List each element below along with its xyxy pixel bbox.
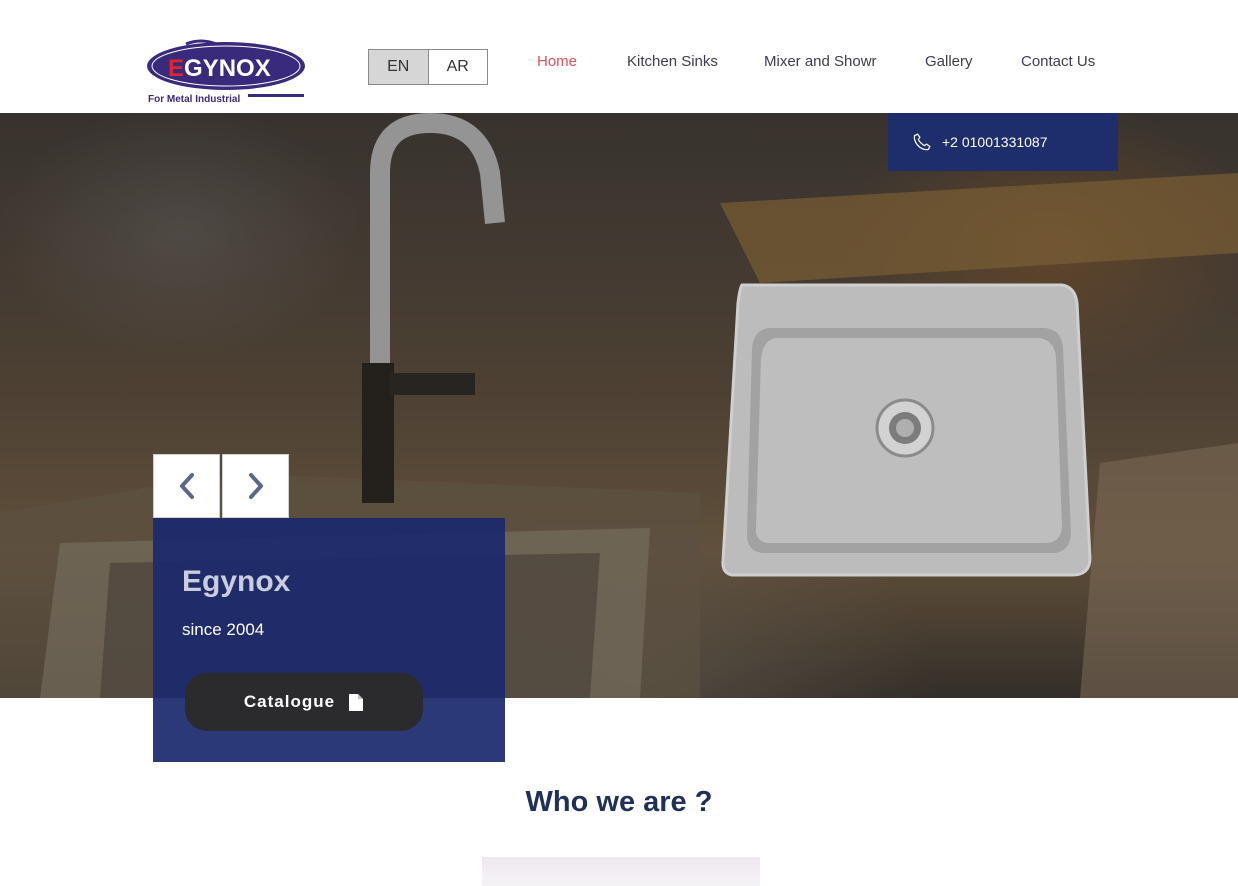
slider-controls [153, 454, 289, 518]
nav-contact-us[interactable]: Contact Us [1021, 53, 1095, 70]
nav-kitchen-sinks[interactable]: Kitchen Sinks [627, 53, 718, 70]
slider-prev-button[interactable] [153, 454, 220, 518]
hero-subtitle: since 2004 [182, 620, 265, 639]
nav-gallery[interactable]: Gallery [925, 53, 973, 70]
slider-next-button[interactable] [222, 454, 289, 518]
catalogue-button-label: Catalogue [243, 692, 336, 711]
nav-home[interactable]: Home [537, 53, 577, 70]
language-switcher: EN AR [368, 49, 488, 85]
site-header: EGYNOX For Metal Industrial EN AR Home K… [0, 0, 1238, 113]
file-icon [349, 693, 364, 711]
hero-title: Egynox [182, 565, 291, 598]
svg-text:EGYNOX: EGYNOX [168, 55, 271, 82]
phone-contact[interactable]: +2 01001331087 [888, 113, 1118, 171]
egynox-logo[interactable]: EGYNOX For Metal Industrial [146, 38, 308, 105]
lang-en-button[interactable]: EN [369, 50, 429, 84]
section-title: Who we are ? [525, 786, 713, 818]
hero-caption-box: Egynox since 2004 Catalogue [153, 518, 505, 762]
svg-text:For Metal Industrial: For Metal Industrial [148, 94, 240, 104]
chevron-right-icon [248, 473, 263, 499]
section-image [482, 857, 760, 886]
phone-number: +2 01001331087 [942, 134, 1048, 150]
lang-ar-button[interactable]: AR [429, 50, 488, 84]
phone-icon [913, 133, 931, 151]
nav-mixer-and-shower[interactable]: Mixer and Showr [764, 53, 877, 70]
catalogue-button[interactable]: Catalogue [185, 673, 423, 731]
chevron-left-icon [179, 473, 194, 499]
